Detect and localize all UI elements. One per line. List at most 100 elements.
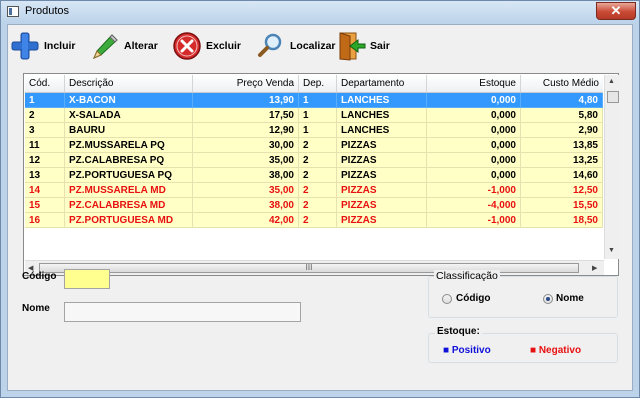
cell-dep: 2: [299, 183, 337, 198]
legend-negativo: ■ Negativo: [530, 345, 581, 356]
header-dep[interactable]: Dep.: [299, 75, 337, 92]
cell-preco-venda: 12,90: [193, 123, 299, 138]
sair-button[interactable]: Sair: [336, 28, 390, 64]
scroll-down-icon[interactable]: ▼: [608, 247, 615, 254]
client-area: Incluir Alterar Excluir Localizar Sair C…: [7, 24, 633, 391]
pencil-icon: [90, 31, 120, 61]
table-row[interactable]: 11 PZ.MUSSARELA PQ 30,00 2 PIZZAS 0,000 13,85: [25, 138, 603, 153]
cell-descricao: PZ.MUSSARELA PQ: [65, 138, 193, 153]
close-window-button[interactable]: ✕: [596, 2, 636, 20]
cell-estoque: -1,000: [427, 213, 521, 228]
plus-icon: [10, 31, 40, 61]
cell-dep: 2: [299, 138, 337, 153]
cell-estoque: 0,000: [427, 138, 521, 153]
cell-dep: 2: [299, 153, 337, 168]
localizar-label: Localizar: [290, 40, 336, 52]
scroll-up-icon[interactable]: ▲: [608, 78, 615, 85]
table-row[interactable]: 2 X-SALADA 17,50 1 LANCHES 0,000 5,80: [25, 108, 603, 123]
radio-nome-circle[interactable]: [543, 294, 553, 304]
cell-cod: 15: [25, 198, 65, 213]
magnifier-icon: [256, 31, 286, 61]
scroll-right-icon[interactable]: ▶: [592, 264, 597, 272]
excluir-label: Excluir: [206, 40, 242, 52]
cell-departamento: LANCHES: [337, 123, 427, 138]
alterar-label: Alterar: [124, 40, 158, 52]
cell-custo-medio: 5,80: [521, 108, 603, 123]
cell-custo-medio: 18,50: [521, 213, 603, 228]
cell-custo-medio: 13,25: [521, 153, 603, 168]
header-departamento[interactable]: Departamento: [337, 75, 427, 92]
produtos-window: Produtos ✕ Incluir Alterar Excluir Local…: [0, 0, 640, 398]
header-descricao[interactable]: Descrição: [65, 75, 193, 92]
radio-codigo-circle[interactable]: [442, 294, 452, 304]
codigo-label: Código: [22, 271, 57, 282]
window-app-icon: [7, 6, 19, 17]
cell-custo-medio: 2,90: [521, 123, 603, 138]
cell-cod: 14: [25, 183, 65, 198]
table-row[interactable]: 12 PZ.CALABRESA PQ 35,00 2 PIZZAS 0,000 13,25: [25, 153, 603, 168]
sair-label: Sair: [370, 40, 390, 52]
cell-departamento: PIZZAS: [337, 168, 427, 183]
cell-custo-medio: 13,85: [521, 138, 603, 153]
cell-cod: 12: [25, 153, 65, 168]
cell-departamento: LANCHES: [337, 108, 427, 123]
header-estoque[interactable]: Estoque: [427, 75, 521, 92]
cell-estoque: 0,000: [427, 168, 521, 183]
cell-descricao: PZ.CALABRESA PQ: [65, 153, 193, 168]
cell-departamento: LANCHES: [337, 93, 427, 108]
header-preco-venda[interactable]: Preço Venda: [193, 75, 299, 92]
cell-estoque: 0,000: [427, 123, 521, 138]
table-row[interactable]: 3 BAURU 12,90 1 LANCHES 0,000 2,90: [25, 123, 603, 138]
horizontal-scrollbar[interactable]: ◀ III ▶: [25, 260, 604, 275]
cell-preco-venda: 30,00: [193, 138, 299, 153]
title-bar[interactable]: Produtos ✕: [1, 1, 639, 23]
excluir-button[interactable]: Excluir: [172, 28, 241, 64]
incluir-button[interactable]: Incluir: [10, 28, 76, 64]
positivo-square-icon: ■: [443, 345, 450, 356]
vertical-scrollbar[interactable]: ▲ ▼: [604, 75, 619, 259]
table-row[interactable]: 1 X-BACON 13,90 1 LANCHES 0,000 4,80: [25, 93, 603, 108]
nome-field[interactable]: [64, 302, 301, 322]
cell-cod: 2: [25, 108, 65, 123]
nome-label: Nome: [22, 303, 50, 314]
cell-custo-medio: 12,50: [521, 183, 603, 198]
cell-departamento: PIZZAS: [337, 198, 427, 213]
cell-departamento: PIZZAS: [337, 138, 427, 153]
header-cod[interactable]: Cód.: [25, 75, 65, 92]
incluir-label: Incluir: [44, 40, 76, 52]
cell-cod: 16: [25, 213, 65, 228]
grid-header: Cód. Descrição Preço Venda Dep. Departam…: [25, 75, 603, 93]
cell-departamento: PIZZAS: [337, 183, 427, 198]
cell-descricao: BAURU: [65, 123, 193, 138]
cell-preco-venda: 38,00: [193, 168, 299, 183]
table-row[interactable]: 14 PZ.MUSSARELA MD 35,00 2 PIZZAS -1,000 12,50: [25, 183, 603, 198]
cell-custo-medio: 4,80: [521, 93, 603, 108]
cell-preco-venda: 38,00: [193, 198, 299, 213]
window-title: Produtos: [25, 5, 70, 17]
cell-dep: 2: [299, 213, 337, 228]
header-custo-medio[interactable]: Custo Médio: [521, 75, 603, 92]
cell-estoque: -4,000: [427, 198, 521, 213]
table-row[interactable]: 13 PZ.PORTUGUESA PQ 38,00 2 PIZZAS 0,000 14,60: [25, 168, 603, 183]
table-row[interactable]: 16 PZ.PORTUGUESA MD 42,00 2 PIZZAS -1,000 18,5…: [25, 213, 603, 228]
classificacao-title: Classificação: [434, 270, 500, 282]
cell-estoque: 0,000: [427, 108, 521, 123]
cell-descricao: PZ.CALABRESA MD: [65, 198, 193, 213]
cell-dep: 1: [299, 123, 337, 138]
cell-estoque: 0,000: [427, 153, 521, 168]
cell-dep: 2: [299, 198, 337, 213]
cell-cod: 13: [25, 168, 65, 183]
vertical-scroll-thumb[interactable]: [607, 91, 619, 103]
exit-door-icon: [336, 31, 366, 61]
table-row[interactable]: 15 PZ.CALABRESA MD 38,00 2 PIZZAS -4,000 15,50: [25, 198, 603, 213]
localizar-button[interactable]: Localizar: [256, 28, 336, 64]
cell-descricao: PZ.PORTUGUESA PQ: [65, 168, 193, 183]
cell-departamento: PIZZAS: [337, 153, 427, 168]
cell-preco-venda: 42,00: [193, 213, 299, 228]
products-grid[interactable]: Cód. Descrição Preço Venda Dep. Departam…: [23, 73, 619, 276]
codigo-field[interactable]: [64, 269, 110, 289]
cell-cod: 11: [25, 138, 65, 153]
negativo-square-icon: ■: [530, 345, 537, 356]
cell-preco-venda: 17,50: [193, 108, 299, 123]
alterar-button[interactable]: Alterar: [90, 28, 158, 64]
